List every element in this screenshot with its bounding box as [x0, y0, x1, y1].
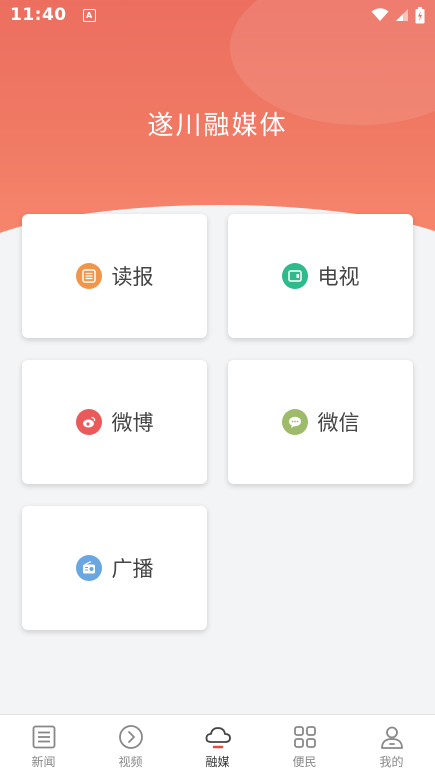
card-label: 读报	[111, 265, 154, 289]
nav-label: 新闻	[31, 755, 56, 769]
card-weibo[interactable]: 微博	[22, 360, 207, 484]
nav-item-media[interactable]: 融媒	[174, 715, 261, 773]
card-read-newspaper[interactable]: 读报	[22, 214, 207, 338]
wechat-icon	[281, 409, 308, 435]
card-label: 广播	[111, 557, 154, 581]
card-label: 微信	[317, 411, 360, 435]
video-play-icon	[118, 725, 143, 749]
notification-icon: A	[82, 8, 96, 22]
nav-item-video[interactable]: 视频	[87, 715, 174, 773]
nav-item-services[interactable]: 便民	[261, 715, 348, 773]
card-label: 微博	[111, 411, 154, 435]
nav-label: 便民	[292, 755, 317, 769]
radio-icon	[75, 555, 102, 581]
card-wechat[interactable]: 微信	[228, 360, 413, 484]
news-icon	[32, 725, 55, 749]
battery-icon	[415, 6, 425, 23]
nav-label: 融媒	[205, 755, 230, 769]
page-title: 遂川融媒体	[147, 111, 288, 141]
bottom-nav: 新闻 视频 融媒 便民 我的	[0, 714, 435, 773]
nav-label: 视频	[118, 755, 143, 769]
status-time: 11:40	[10, 5, 67, 25]
card-tv[interactable]: 电视	[228, 214, 413, 338]
card-radio[interactable]: 广播	[22, 506, 207, 630]
status-bar: 11:40 A	[0, 0, 435, 30]
nav-item-profile[interactable]: 我的	[348, 715, 435, 773]
nav-label: 我的	[379, 755, 404, 769]
user-icon	[380, 726, 403, 749]
grid-icon	[293, 726, 316, 748]
wifi-icon	[371, 8, 389, 21]
tv-icon	[281, 263, 308, 289]
weibo-icon	[75, 409, 102, 435]
cloud-icon	[205, 727, 231, 749]
nav-item-news[interactable]: 新闻	[0, 715, 87, 773]
signal-icon	[396, 9, 408, 21]
newspaper-icon	[75, 263, 102, 289]
card-label: 电视	[317, 265, 360, 289]
